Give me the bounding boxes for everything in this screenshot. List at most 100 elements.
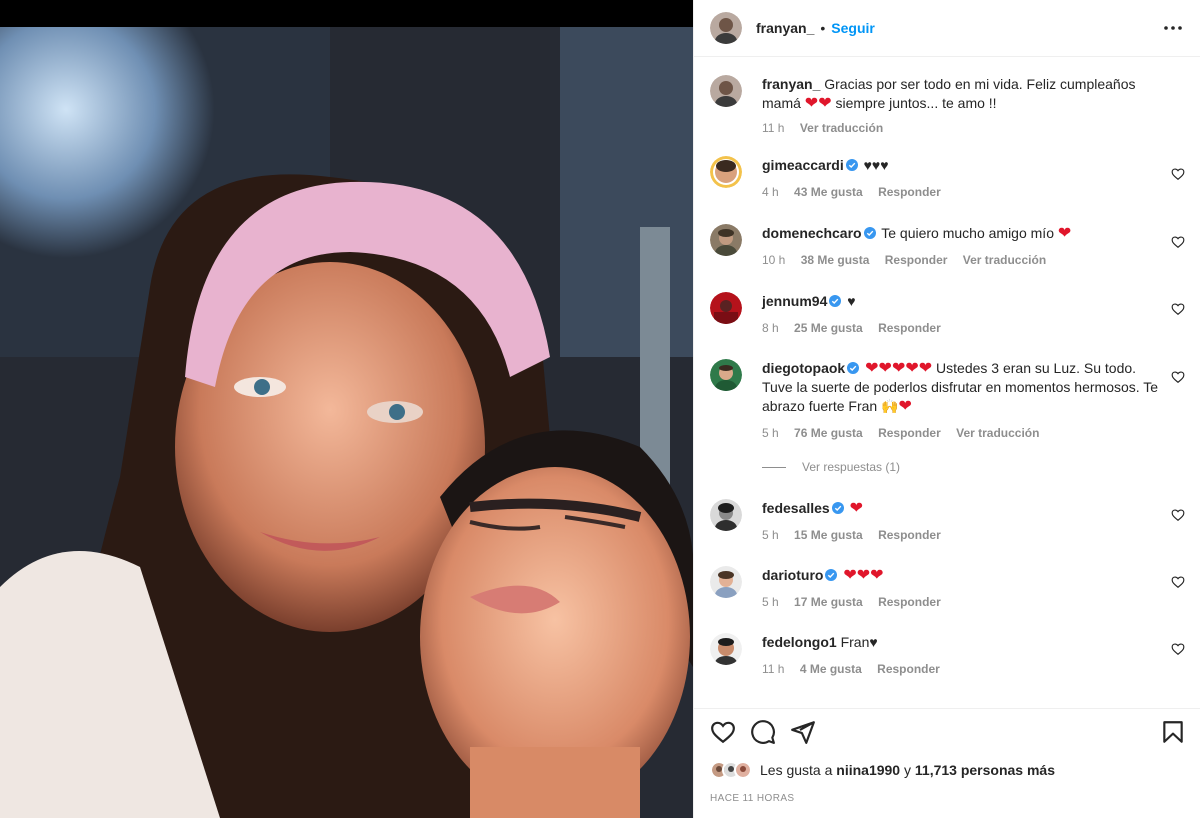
comment-icon[interactable] <box>750 719 776 745</box>
reply-button[interactable]: Responder <box>878 321 941 335</box>
small-heart-icon[interactable] <box>1171 508 1185 522</box>
comment-body: fedesalles ❤ <box>762 499 1162 518</box>
comment-meta: 10 h 38 Me gusta Responder Ver traducció… <box>762 253 1058 267</box>
comment-likes[interactable]: 4 Me gusta <box>800 662 862 676</box>
photo-illustration <box>0 27 693 818</box>
avatar[interactable] <box>710 292 742 324</box>
view-replies-label[interactable]: Ver respuestas (1) <box>802 460 900 474</box>
comment-username[interactable]: domenechcaro <box>762 225 862 241</box>
translate-link[interactable]: Ver traducción <box>963 253 1046 267</box>
reply-button[interactable]: Responder <box>878 528 941 542</box>
avatar[interactable] <box>710 12 742 44</box>
comment-body: diegotopaok ❤❤❤❤❤ Ustedes 3 eran su Luz.… <box>762 359 1162 416</box>
comment-likes[interactable]: 25 Me gusta <box>794 321 863 335</box>
comment-time: 5 h <box>762 528 779 542</box>
follow-button[interactable]: Seguir <box>831 20 875 36</box>
caption-meta: 11 h Ver traducción <box>762 121 895 135</box>
translate-link[interactable]: Ver traducción <box>800 121 883 135</box>
comment-username[interactable]: diegotopaok <box>762 360 845 376</box>
red-heart-icon: ❤ <box>898 398 912 415</box>
avatar[interactable] <box>710 566 742 598</box>
post-photo[interactable] <box>0 27 693 818</box>
comment-body: domenechcaro Te quiero mucho amigo mío ❤ <box>762 224 1162 243</box>
comment-username[interactable]: fedesalles <box>762 500 830 516</box>
avatar[interactable] <box>710 499 742 531</box>
comment-username[interactable]: fedelongo1 <box>762 634 837 650</box>
small-heart-icon[interactable] <box>1171 302 1185 316</box>
reply-button[interactable]: Responder <box>878 185 941 199</box>
more-icon[interactable] <box>1161 18 1185 38</box>
avatar[interactable] <box>710 359 742 391</box>
likes-prefix: Les gusta a <box>760 762 833 778</box>
small-heart-icon[interactable] <box>1171 370 1185 384</box>
header-username[interactable]: franyan_ <box>756 20 814 36</box>
comment-likes[interactable]: 43 Me gusta <box>794 185 863 199</box>
comment-meta: 11 h 4 Me gusta Responder <box>762 662 952 676</box>
comment-username[interactable]: jennum94 <box>762 293 827 309</box>
red-heart-icon: ❤ <box>804 95 819 112</box>
comment-text: ♥ <box>847 293 856 309</box>
comment-time: 4 h <box>762 185 779 199</box>
verified-icon <box>845 159 858 171</box>
small-heart-icon[interactable] <box>1171 167 1185 181</box>
comment-meta: 5 h 15 Me gusta Responder <box>762 528 953 542</box>
replies-divider <box>762 466 786 468</box>
comment-time: 11 h <box>762 662 785 676</box>
comment-time: 8 h <box>762 321 779 335</box>
comment-likes[interactable]: 17 Me gusta <box>794 595 863 609</box>
comment-time: 5 h <box>762 426 779 440</box>
verified-icon <box>847 362 860 374</box>
verified-icon <box>829 295 842 307</box>
share-icon[interactable] <box>790 719 816 745</box>
caption-time: 11 h <box>762 121 785 135</box>
liker-username[interactable]: niina1990 <box>836 762 900 778</box>
comment-likes[interactable]: 76 Me gusta <box>794 426 863 440</box>
avatar[interactable] <box>710 156 742 188</box>
post-timestamp[interactable]: HACE 11 HORAS <box>710 793 794 804</box>
likes-summary: Les gusta a niina1990 y 11,713 personas … <box>710 761 1055 779</box>
header-separator: • <box>820 20 826 36</box>
liker-avatars[interactable] <box>710 761 752 779</box>
heart-icon[interactable] <box>710 719 736 745</box>
comment-body: gimeaccardi ♥♥♥ <box>762 156 1162 175</box>
reply-button[interactable]: Responder <box>885 253 948 267</box>
red-heart-icon: ❤❤❤ <box>843 567 884 584</box>
comment-body: darioturo ❤❤❤ <box>762 566 1162 585</box>
likes-joiner: y <box>904 762 911 778</box>
comment-text: Te quiero mucho amigo mío <box>881 225 1054 241</box>
caption-username[interactable]: franyan_ <box>762 76 820 92</box>
bookmark-icon[interactable] <box>1160 719 1186 745</box>
translate-link[interactable]: Ver traducción <box>956 426 1039 440</box>
reply-button[interactable]: Responder <box>878 595 941 609</box>
avatar[interactable] <box>710 224 742 256</box>
red-heart-icon: ❤❤❤❤❤ <box>865 360 933 377</box>
comment-text: Fran♥ <box>840 634 878 650</box>
avatar <box>734 761 752 779</box>
small-heart-icon[interactable] <box>1171 575 1185 589</box>
view-replies-button[interactable]: Ver respuestas (1) <box>762 460 900 474</box>
red-heart-icon: ❤ <box>849 500 864 517</box>
reply-button[interactable]: Responder <box>877 662 940 676</box>
comment-likes[interactable]: 15 Me gusta <box>794 528 863 542</box>
comment-meta: 5 h 17 Me gusta Responder <box>762 595 953 609</box>
small-heart-icon[interactable] <box>1171 642 1185 656</box>
likes-count[interactable]: 11,713 personas más <box>915 762 1055 778</box>
small-heart-icon[interactable] <box>1171 235 1185 249</box>
caption-body: franyan_ Gracias por ser todo en mi vida… <box>762 75 1162 113</box>
comment-likes[interactable]: 38 Me gusta <box>801 253 870 267</box>
comment-meta: 5 h 76 Me gusta Responder Ver traducción <box>762 426 1051 440</box>
comment-time: 10 h <box>762 253 786 267</box>
comments-list[interactable]: franyan_ Gracias por ser todo en mi vida… <box>694 58 1200 698</box>
verified-icon <box>825 569 838 581</box>
red-heart-icon: ❤ <box>1057 225 1072 242</box>
reply-button[interactable]: Responder <box>878 426 941 440</box>
comment-username[interactable]: darioturo <box>762 567 823 583</box>
comment-username[interactable]: gimeaccardi <box>762 157 844 173</box>
side-panel: franyan_ • Seguir franyan_ Gracias por s… <box>693 0 1200 818</box>
avatar[interactable] <box>710 633 742 665</box>
verified-icon <box>863 227 876 239</box>
caption-text-2: siempre juntos... te amo !! <box>835 95 997 111</box>
avatar[interactable] <box>710 75 742 107</box>
post-view: franyan_ • Seguir franyan_ Gracias por s… <box>0 0 1200 818</box>
comment-time: 5 h <box>762 595 779 609</box>
